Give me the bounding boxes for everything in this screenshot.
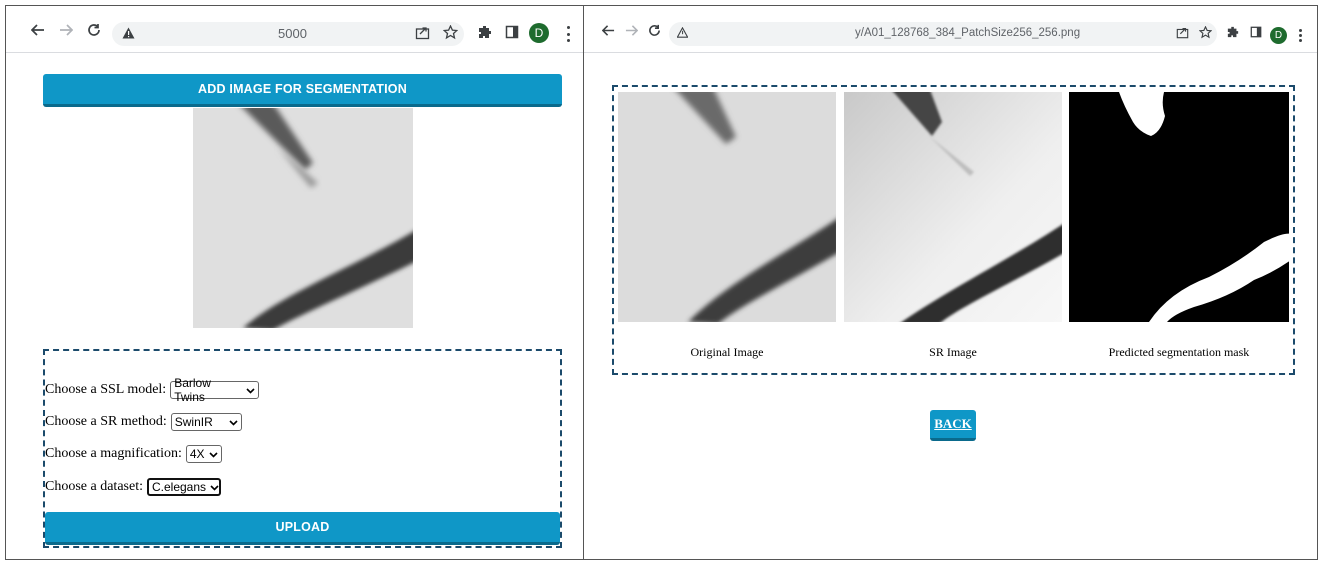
- add-image-button[interactable]: ADD IMAGE FOR SEGMENTATION: [43, 74, 562, 107]
- magnification-select[interactable]: 4X: [185, 445, 222, 463]
- ssl-model-label: Choose a SSL model:: [45, 382, 167, 397]
- extensions-icon[interactable]: [1223, 22, 1243, 42]
- menu-kebab-icon[interactable]: [565, 26, 571, 42]
- dataset-value: C.elegans: [151, 480, 207, 494]
- upload-button[interactable]: UPLOAD: [45, 512, 560, 545]
- browser-toolbar: y/A01_128768_384_PatchSize256_256.png D: [584, 6, 1317, 53]
- segmentation-mask: [1069, 92, 1289, 322]
- back-arrow-icon[interactable]: [598, 20, 618, 40]
- left-browser-window: 5000 D ADD IMAGE FOR SEGMENTATION Choose…: [5, 5, 584, 560]
- not-secure-warning-icon[interactable]: [122, 27, 135, 42]
- menu-kebab-icon[interactable]: [1297, 29, 1303, 42]
- results-container: Original Image SR Image Predicted segmen…: [612, 85, 1295, 375]
- chevron-down-icon: [246, 383, 255, 397]
- url-text: y/A01_128768_384_PatchSize256_256.png: [855, 27, 1081, 39]
- chevron-down-icon: [209, 447, 218, 461]
- original-image: [618, 92, 836, 322]
- chevron-down-icon: [210, 480, 219, 494]
- url-text: 5000: [278, 26, 307, 41]
- profile-avatar[interactable]: D: [529, 23, 549, 43]
- sr-method-row: Choose a SR method: SwinIR: [45, 413, 242, 431]
- original-image-caption: Original Image: [690, 345, 764, 359]
- right-browser-window: y/A01_128768_384_PatchSize256_256.png D: [583, 5, 1318, 560]
- uploaded-image-preview: [193, 108, 413, 328]
- forward-arrow-icon[interactable]: [621, 20, 641, 40]
- side-panel-icon[interactable]: [502, 22, 522, 42]
- sr-image-caption: SR Image: [929, 345, 977, 359]
- dataset-select[interactable]: C.elegans: [146, 478, 221, 496]
- ssl-model-value: Barlow Twins: [174, 376, 211, 404]
- bookmark-star-icon[interactable]: [440, 22, 460, 42]
- back-arrow-icon[interactable]: [28, 20, 48, 40]
- magnification-row: Choose a magnification: 4X: [45, 445, 222, 463]
- share-icon[interactable]: [412, 22, 432, 42]
- ssl-model-row: Choose a SSL model: Barlow Twins: [45, 376, 260, 404]
- magnification-label: Choose a magnification:: [45, 446, 182, 461]
- dataset-label: Choose a dataset:: [45, 479, 143, 494]
- not-secure-warning-icon[interactable]: [676, 26, 689, 41]
- sr-method-value: SwinIR: [174, 415, 213, 429]
- address-bar[interactable]: y/A01_128768_384_PatchSize256_256.png: [669, 22, 1217, 46]
- back-button[interactable]: BACK: [930, 410, 976, 441]
- magnification-value: 4X: [189, 447, 205, 461]
- extensions-icon[interactable]: [475, 22, 495, 42]
- side-panel-icon[interactable]: [1246, 22, 1266, 42]
- sr-method-label: Choose a SR method:: [45, 414, 167, 429]
- ssl-model-select[interactable]: Barlow Twins: [170, 376, 260, 404]
- profile-avatar[interactable]: D: [1270, 27, 1287, 44]
- sr-image: [844, 92, 1062, 322]
- segmentation-mask-caption: Predicted segmentation mask: [1108, 345, 1250, 359]
- browser-toolbar: 5000 D: [6, 6, 583, 53]
- sr-method-select[interactable]: SwinIR: [170, 413, 242, 431]
- chevron-down-icon: [229, 415, 238, 429]
- share-icon[interactable]: [1172, 22, 1192, 42]
- dataset-row: Choose a dataset: C.elegans: [45, 478, 221, 496]
- forward-arrow-icon[interactable]: [56, 20, 76, 40]
- options-form-container: Choose a SSL model: Barlow Twins Choose …: [43, 349, 562, 548]
- reload-icon[interactable]: [644, 20, 664, 40]
- bookmark-star-icon[interactable]: [1195, 22, 1215, 42]
- reload-icon[interactable]: [84, 20, 104, 40]
